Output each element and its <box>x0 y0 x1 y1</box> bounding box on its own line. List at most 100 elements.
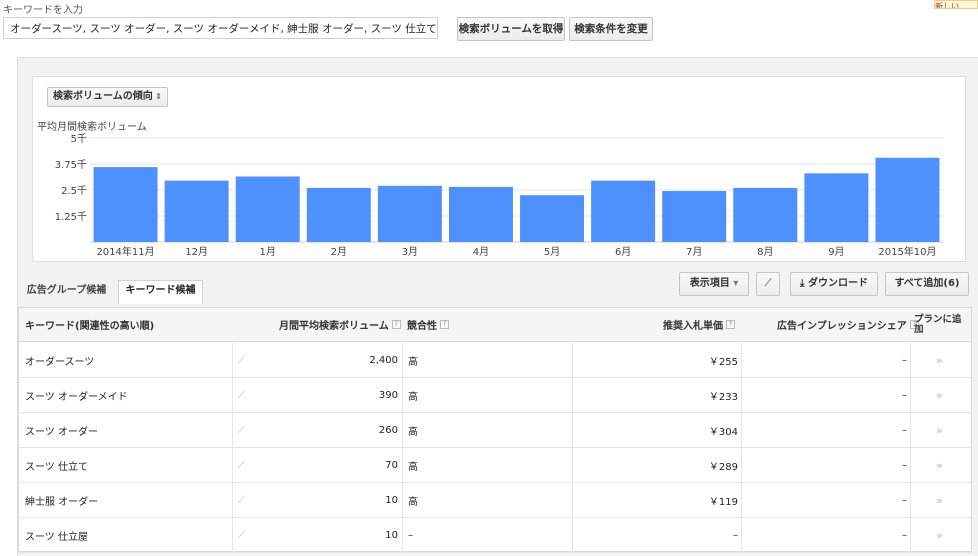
suggested-bid-cell: ￥119 <box>708 496 738 508</box>
add-to-plan-chevron-icon[interactable]: » <box>936 518 943 552</box>
new-badge[interactable]: 新しい <box>934 0 978 9</box>
column-divider <box>232 518 233 552</box>
help-icon[interactable]: ? <box>726 320 735 329</box>
x-tick-label: 1月 <box>260 246 276 258</box>
add-all-button[interactable]: すべて追加(6) <box>885 272 969 296</box>
tab-adgroup-ideas[interactable]: 広告グループ候補 <box>19 280 114 302</box>
column-divider <box>910 343 911 377</box>
keyword-cell: 紳士服 オーダー <box>25 496 99 508</box>
table-row: スーツ 仕立て ⟋ 70 高 ￥289 – » <box>19 448 971 483</box>
get-search-volume-button[interactable]: 検索ボリュームを取得 <box>457 17 565 41</box>
header-volume[interactable]: 月間平均検索ボリューム ? <box>279 308 401 341</box>
trend-icon[interactable]: ⟋ <box>238 378 245 412</box>
column-divider <box>741 518 742 552</box>
keyword-ideas-table: キーワード(関連性の高い順) 月間平均検索ボリューム ? 競合性 ? 推奨入札単… <box>18 307 972 553</box>
competition-cell: 高 <box>408 496 418 508</box>
column-divider <box>910 448 911 482</box>
column-divider <box>910 518 911 552</box>
keyword-cell: スーツ オーダー <box>25 426 98 438</box>
add-to-plan-chevron-icon[interactable]: » <box>936 343 943 377</box>
column-divider <box>402 378 403 412</box>
add-to-plan-chevron-icon[interactable]: » <box>936 483 943 517</box>
impression-share-cell: – <box>902 424 907 436</box>
volume-bar <box>164 180 229 242</box>
volume-bar <box>377 185 442 242</box>
competition-cell: – <box>408 529 413 541</box>
volume-bar <box>804 173 869 242</box>
trend-icon[interactable]: ⟋ <box>238 343 245 377</box>
column-divider <box>572 343 573 377</box>
download-icon: ⤓ <box>800 278 805 289</box>
y-tick-label: 5千 <box>71 133 87 145</box>
results-panel: 検索ボリュームの傾向 ⇕ 平均月間検索ボリューム 1.25千 2.5千 3.75千 5… <box>17 57 978 556</box>
impression-share-cell: – <box>902 389 907 401</box>
x-tick-label: 9月 <box>828 246 844 258</box>
impression-share-cell: – <box>902 459 907 471</box>
column-divider <box>572 518 573 552</box>
change-criteria-button[interactable]: 検索条件を変更 <box>569 17 653 41</box>
table-row: オーダースーツ ⟋ 2,400 高 ￥255 – » <box>19 343 971 378</box>
column-divider <box>402 448 403 482</box>
column-divider <box>910 413 911 447</box>
header-impression-share[interactable]: 広告インプレッションシェア ? <box>777 308 919 341</box>
x-tick-label: 7月 <box>686 246 702 258</box>
volume-bar <box>306 187 371 242</box>
y-tick-label: 3.75千 <box>55 159 87 171</box>
add-to-plan-chevron-icon[interactable]: » <box>936 413 943 447</box>
column-divider <box>232 413 233 447</box>
column-divider <box>741 413 742 447</box>
add-to-plan-chevron-icon[interactable]: » <box>936 448 943 482</box>
trend-icon[interactable]: ⟋ <box>238 413 245 447</box>
trend-icon[interactable]: ⟋ <box>238 518 245 552</box>
column-divider <box>910 378 911 412</box>
table-row: スーツ オーダー ⟋ 260 高 ￥304 – » <box>19 413 971 448</box>
toggle-chart-button[interactable]: ⟋ <box>756 272 780 296</box>
header-competition[interactable]: 競合性 ? <box>407 308 449 341</box>
column-divider <box>232 343 233 377</box>
add-to-plan-chevron-icon[interactable]: » <box>936 378 943 412</box>
column-divider <box>402 413 403 447</box>
header-add-to-plan: プランに追加 <box>914 313 962 335</box>
volume-bar <box>93 167 158 242</box>
header-impression-share-label: 広告インプレッションシェア <box>777 321 907 332</box>
trend-icon[interactable]: ⟋ <box>238 483 245 517</box>
download-button[interactable]: ⤓ ダウンロード <box>790 272 878 296</box>
x-tick-label: 4月 <box>473 246 489 258</box>
header-competition-label: 競合性 <box>407 321 437 332</box>
volume-bar <box>733 187 798 242</box>
columns-button-label: 表示項目 <box>689 278 730 289</box>
trend-icon[interactable]: ⟋ <box>238 448 245 482</box>
column-divider <box>572 413 573 447</box>
download-button-label: ダウンロード <box>807 278 868 289</box>
header-suggested-bid[interactable]: 推奨入札単価 ? <box>663 308 735 341</box>
column-divider <box>572 448 573 482</box>
x-tick-label: 2015年10月 <box>878 245 936 258</box>
help-icon[interactable]: ? <box>440 320 449 329</box>
keyword-cell: オーダースーツ <box>25 356 95 368</box>
columns-button[interactable]: 表示項目 ▾ <box>679 272 749 296</box>
volume-bar <box>520 195 585 242</box>
volume-trend-card: 検索ボリュームの傾向 ⇕ 平均月間検索ボリューム 1.25千 2.5千 3.75千 5… <box>32 76 966 262</box>
suggested-bid-cell: – <box>733 529 738 541</box>
column-divider <box>232 378 233 412</box>
volume-cell: 10 <box>385 529 398 541</box>
header-suggested-bid-label: 推奨入札単価 <box>663 321 723 332</box>
suggested-bid-cell: ￥233 <box>708 391 738 403</box>
volume-cell: 260 <box>378 424 398 436</box>
impression-share-cell: – <box>902 354 907 366</box>
tab-keyword-ideas[interactable]: キーワード候補 <box>118 280 203 304</box>
column-divider <box>741 343 742 377</box>
column-divider <box>741 483 742 517</box>
column-divider <box>741 448 742 482</box>
impression-share-cell: – <box>902 494 907 506</box>
column-divider <box>402 518 403 552</box>
competition-cell: 高 <box>408 461 418 473</box>
table-row: スーツ 仕立屋 ⟋ 10– – –» <box>19 518 971 553</box>
volume-cell: 70 <box>385 459 398 471</box>
help-icon[interactable]: ? <box>391 320 401 329</box>
column-divider <box>232 483 233 517</box>
x-tick-label: 8月 <box>757 246 773 258</box>
keyword-input[interactable]: オーダースーツ, スーツ オーダー, スーツ オーダーメイド, 紳士服 オーダー… <box>3 17 438 39</box>
header-keyword[interactable]: キーワード(関連性の高い順) <box>25 308 154 341</box>
column-divider <box>232 448 233 482</box>
